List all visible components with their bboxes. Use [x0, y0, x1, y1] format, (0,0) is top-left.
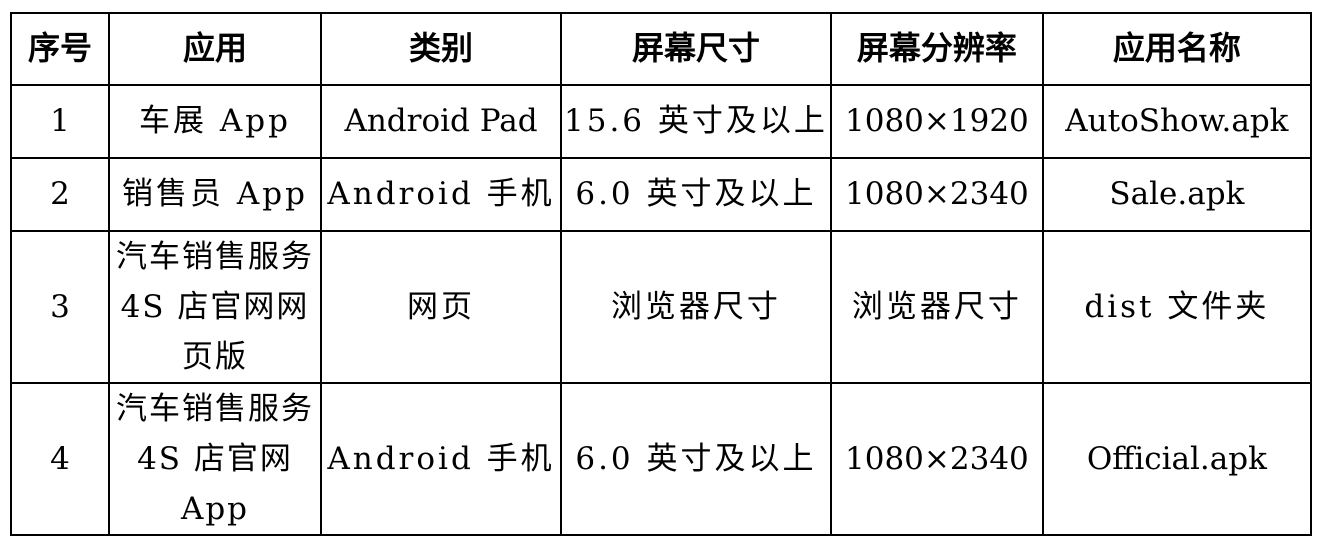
header-category: 类别 — [320, 12, 562, 86]
header-application: 应用 — [108, 12, 322, 86]
cell-screen-size: 6.0 英寸及以上 — [560, 157, 832, 232]
cell-app-name: Official.apk — [1041, 382, 1312, 536]
cell-screen-size: 15.6 英寸及以上 — [560, 84, 832, 159]
cell-app-name: AutoShow.apk — [1041, 84, 1312, 159]
cell-category: 网页 — [320, 230, 562, 384]
table-row: 3 汽车销售服务 4S 店官网网页版 网页 浏览器尺寸 浏览器尺寸 dist 文… — [10, 230, 1312, 384]
cell-application: 汽车销售服务 4S 店官网 App — [108, 382, 322, 536]
cell-application: 销售员 App — [108, 157, 322, 232]
table-row: 2 销售员 App Android 手机 6.0 英寸及以上 1080×2340… — [10, 157, 1312, 232]
cell-app-name: dist 文件夹 — [1041, 230, 1312, 384]
cell-screen-resolution: 1080×2340 — [829, 382, 1044, 536]
app-spec-table: 序号 应用 类别 屏幕尺寸 屏幕分辨率 应用名称 1 车展 App Androi… — [10, 12, 1312, 536]
cell-screen-resolution: 浏览器尺寸 — [829, 230, 1044, 384]
table-row: 4 汽车销售服务 4S 店官网 App Android 手机 6.0 英寸及以上… — [10, 382, 1312, 536]
cell-screen-size: 浏览器尺寸 — [560, 230, 832, 384]
table-row: 1 车展 App Android Pad 15.6 英寸及以上 1080×192… — [10, 84, 1312, 159]
cell-application: 汽车销售服务 4S 店官网网页版 — [108, 230, 322, 384]
cell-app-name: Sale.apk — [1041, 157, 1312, 232]
cell-index: 2 — [10, 157, 110, 232]
cell-category: Android 手机 — [320, 382, 562, 536]
header-app-name: 应用名称 — [1041, 12, 1312, 86]
header-screen-size: 屏幕尺寸 — [560, 12, 832, 86]
header-screen-resolution: 屏幕分辨率 — [829, 12, 1044, 86]
cell-index: 1 — [10, 84, 110, 159]
cell-screen-resolution: 1080×2340 — [829, 157, 1044, 232]
cell-category: Android Pad — [320, 84, 562, 159]
cell-application: 车展 App — [108, 84, 322, 159]
cell-screen-size: 6.0 英寸及以上 — [560, 382, 832, 536]
cell-screen-resolution: 1080×1920 — [829, 84, 1044, 159]
cell-index: 3 — [10, 230, 110, 384]
header-index: 序号 — [10, 12, 110, 86]
table-header-row: 序号 应用 类别 屏幕尺寸 屏幕分辨率 应用名称 — [10, 12, 1312, 86]
cell-category: Android 手机 — [320, 157, 562, 232]
cell-index: 4 — [10, 382, 110, 536]
